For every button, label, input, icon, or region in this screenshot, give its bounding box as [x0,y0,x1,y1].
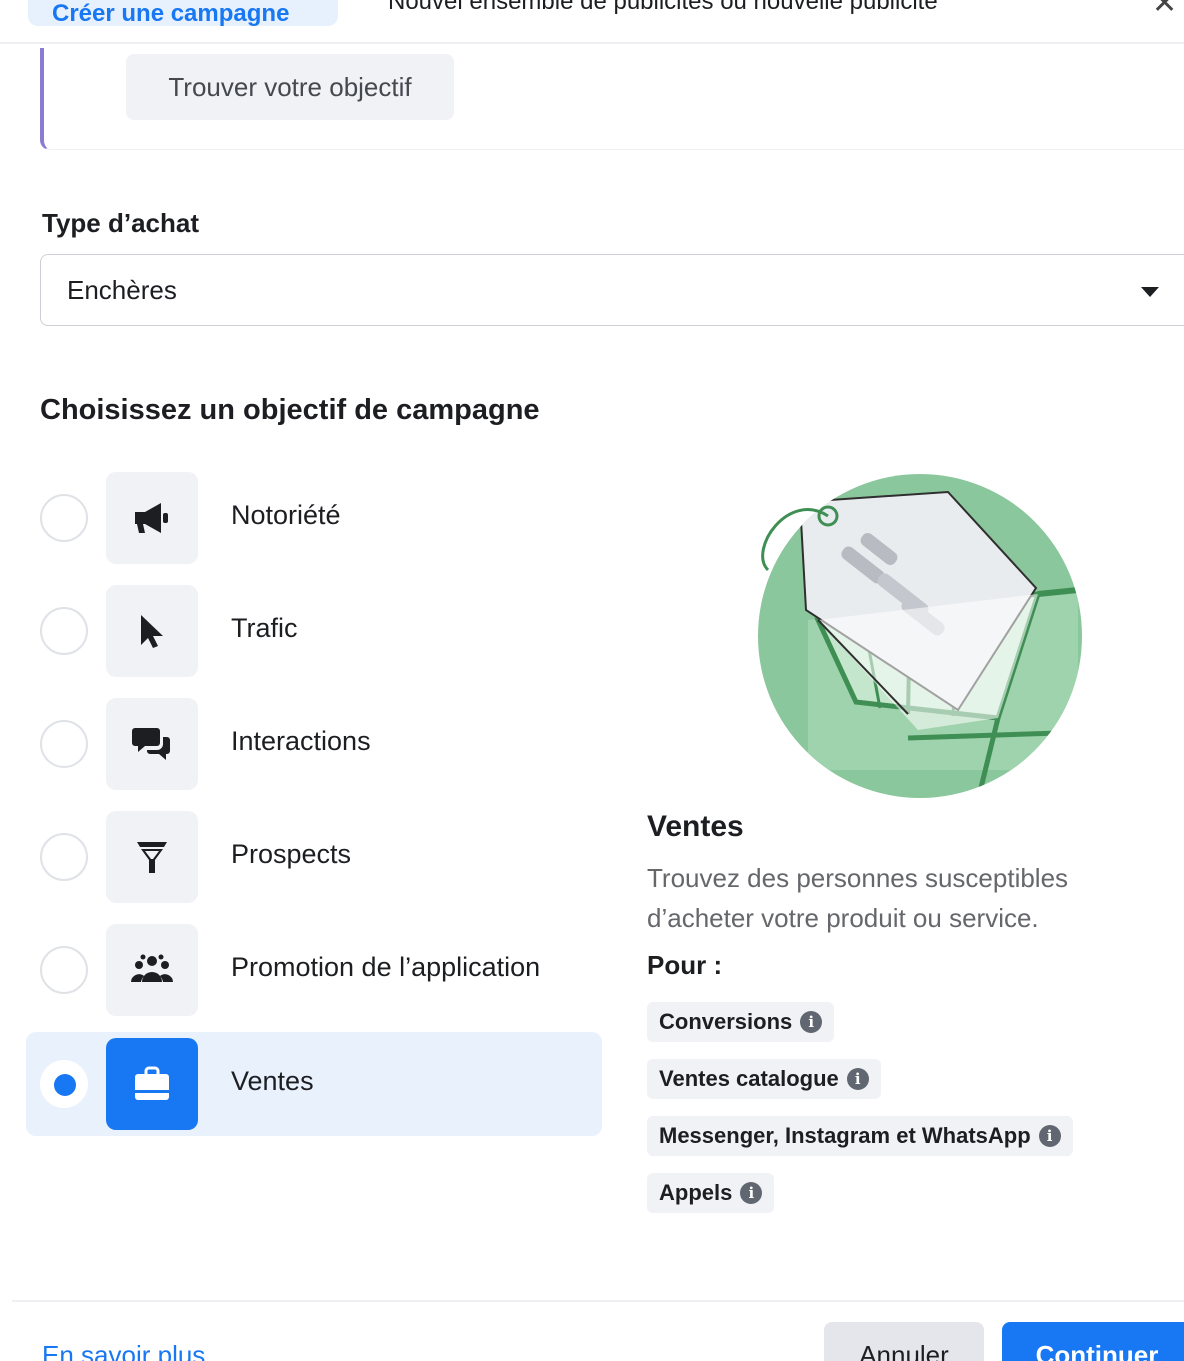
purchase-type-value: Enchères [67,275,177,305]
continue-button[interactable]: Continuer [1002,1322,1184,1361]
info-icon[interactable]: i [1038,1125,1061,1147]
chip-messaging: Messenger, Instagram et WhatsApp i [647,1116,1073,1156]
purchase-type-select[interactable]: Enchères [40,254,1184,326]
chip-label: Conversions [659,1009,793,1034]
chip-label: Messenger, Instagram et WhatsApp [659,1123,1031,1148]
cancel-button[interactable]: Annuler [824,1322,984,1361]
objective-detail-description: Trouvez des personnes susceptibles d’ach… [647,863,1069,933]
radio-button-selected[interactable] [40,1060,88,1108]
objective-option-leads[interactable]: Prospects [26,805,602,909]
objective-option-label: Notoriété [231,500,341,530]
top-tab-bar: Créer une campagne Nouvel ensemble de pu… [0,0,1184,44]
objective-option-sales[interactable]: Ventes [26,1032,602,1136]
radio-button[interactable] [40,720,88,768]
caret-down-icon [1141,287,1159,297]
megaphone-icon [106,472,198,564]
chip-catalog-sales: Ventes catalogue i [647,1059,881,1099]
people-icon [106,924,198,1016]
chat-bubbles-icon [106,698,198,790]
for-label: Pour : [647,950,723,980]
radio-button[interactable] [40,833,88,881]
objective-option-label: Interactions [231,726,371,756]
tab-new-ad-set[interactable]: Nouvel ensemble de publicités ou nouvell… [388,0,938,16]
chip-conversions: Conversions i [647,1002,835,1042]
radio-button[interactable] [40,946,88,994]
sales-illustration [748,470,1088,806]
objective-option-awareness[interactable]: Notoriété [26,466,602,570]
shopping-bag-icon [106,1038,198,1130]
objective-finder-card: Trouver votre objectif [40,48,1184,150]
radio-button[interactable] [40,494,88,542]
funnel-icon [106,811,198,903]
objective-option-app-promotion[interactable]: Promotion de l’application [26,918,602,1022]
objective-option-label: Promotion de l’application [231,952,541,982]
objective-option-engagement[interactable]: Interactions [26,692,602,796]
info-icon[interactable]: i [800,1011,823,1033]
find-objective-button[interactable]: Trouver votre objectif [126,54,454,120]
objective-detail-title: Ventes [647,810,744,843]
footer-divider [12,1300,1184,1302]
objective-option-label: Trafic [231,613,298,643]
objective-heading: Choisissez un objectif de campagne [40,394,540,426]
chip-label: Ventes catalogue [659,1066,839,1091]
info-icon[interactable]: i [846,1068,869,1090]
objective-option-label: Prospects [231,839,352,869]
learn-more-link[interactable]: En savoir plus [42,1340,205,1361]
tab-create-campaign[interactable]: Créer une campagne [28,0,338,26]
close-icon[interactable]: ✕ [1152,0,1177,21]
radio-button[interactable] [40,607,88,655]
cursor-icon [106,585,198,677]
objective-option-traffic[interactable]: Trafic [26,579,602,683]
chip-label: Appels [659,1180,733,1205]
info-icon[interactable]: i [740,1182,763,1204]
objective-option-label: Ventes [231,1066,314,1096]
purchase-type-label: Type d’achat [42,208,200,238]
chip-calls: Appels i [647,1173,775,1213]
